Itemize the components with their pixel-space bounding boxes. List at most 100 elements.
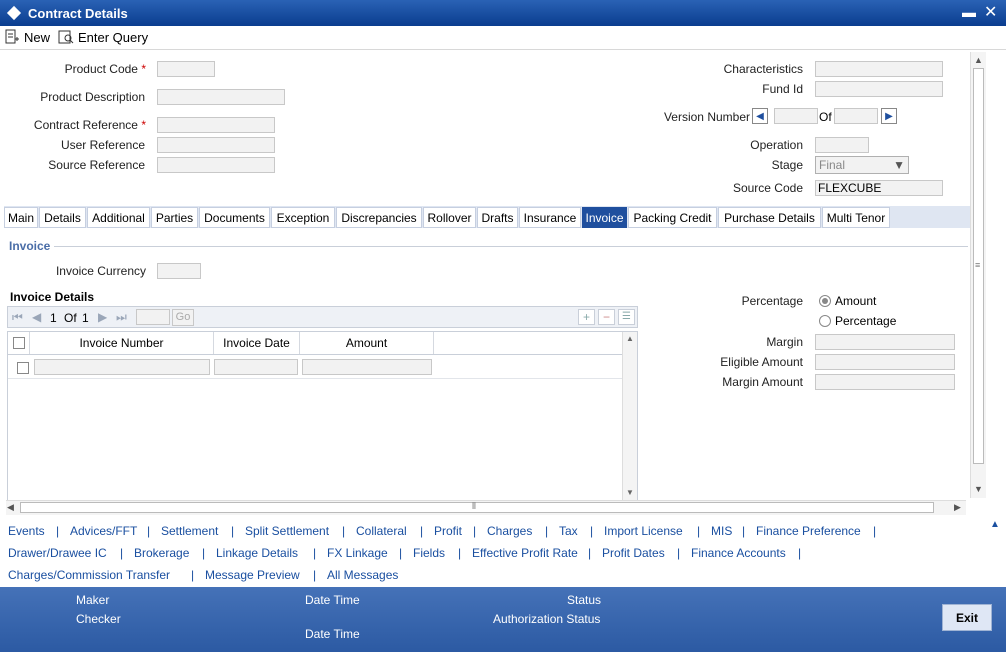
version-prev-button[interactable]: ◀: [752, 108, 768, 124]
triangle-right-icon: ▶: [885, 110, 893, 122]
tab-discrepancies[interactable]: Discrepancies: [336, 207, 422, 228]
link-finance-accounts[interactable]: Finance Accounts: [691, 546, 786, 560]
link-settlement[interactable]: Settlement: [161, 524, 218, 538]
product-description-input[interactable]: [157, 89, 285, 105]
tab-drafts[interactable]: Drafts: [477, 207, 518, 228]
invoice-number-input[interactable]: [34, 359, 210, 375]
tab-main[interactable]: Main: [4, 207, 38, 228]
select-all-checkbox[interactable]: [12, 337, 25, 349]
tab-details[interactable]: Details: [39, 207, 86, 228]
collapse-links-icon[interactable]: ▲: [990, 519, 1004, 531]
tab-documents[interactable]: Documents: [199, 207, 270, 228]
scroll-down-icon[interactable]: ▼: [974, 484, 983, 494]
minimize-icon[interactable]: ▬: [962, 4, 976, 20]
scroll-left-icon[interactable]: ◀: [7, 502, 14, 513]
eligible-amount-input[interactable]: [815, 354, 955, 370]
close-icon[interactable]: ✕: [984, 2, 997, 22]
margin-amount-input[interactable]: [815, 374, 955, 390]
link-profit-dates[interactable]: Profit Dates: [602, 546, 665, 560]
invoice-date-input[interactable]: [214, 359, 298, 375]
tab-multi-tenor[interactable]: Multi Tenor: [822, 207, 890, 228]
link-brokerage[interactable]: Brokerage: [134, 546, 189, 560]
stage-select[interactable]: Final ▼: [815, 156, 909, 174]
version-number-input[interactable]: [774, 108, 818, 124]
product-code-input[interactable]: [157, 61, 215, 77]
link-separator: |: [590, 524, 594, 538]
window-horizontal-scrollbar[interactable]: ◀ ⦀ ▶: [6, 500, 966, 515]
link-advices-fft[interactable]: Advices/FFT: [70, 524, 137, 538]
tab-packing-credit[interactable]: Packing Credit: [628, 207, 717, 228]
row-checkbox[interactable]: [17, 362, 29, 374]
characteristics-input[interactable]: [815, 61, 943, 77]
horizontal-scroll-thumb[interactable]: [20, 502, 934, 513]
link-finance-preference[interactable]: Finance Preference: [756, 524, 861, 538]
margin-input[interactable]: [815, 334, 955, 350]
source-code-label: Source Code: [732, 181, 803, 195]
link-fx-linkage[interactable]: FX Linkage: [327, 546, 388, 560]
col-invoice-number[interactable]: Invoice Number: [30, 332, 214, 354]
window-vertical-scrollbar[interactable]: ▲ ≡ ▼: [970, 52, 986, 498]
delete-row-icon[interactable]: −: [598, 309, 615, 325]
last-page-icon[interactable]: ⏭: [116, 310, 127, 325]
tab-additional[interactable]: Additional: [87, 207, 150, 228]
exit-button[interactable]: Exit: [942, 604, 992, 631]
link-drawer-drawee-ic[interactable]: Drawer/Drawee IC: [8, 546, 107, 560]
single-view-icon[interactable]: ☰: [618, 309, 635, 325]
fund-id-label: Fund Id: [762, 82, 803, 96]
amount-radio-label: Amount: [835, 294, 877, 308]
next-page-icon[interactable]: ▶: [98, 310, 107, 324]
grid-vertical-scrollbar[interactable]: ▲ ▼: [622, 332, 637, 500]
section-divider: [54, 246, 968, 247]
scroll-down-icon[interactable]: ▼: [626, 488, 634, 497]
link-separator: |: [473, 524, 477, 538]
link-message-preview[interactable]: Message Preview: [205, 568, 300, 582]
percentage-radio-label: Percentage: [835, 314, 897, 328]
link-charges-commission-transfer[interactable]: Charges/Commission Transfer: [8, 568, 170, 582]
source-reference-input[interactable]: [157, 157, 275, 173]
source-code-input[interactable]: FLEXCUBE: [815, 180, 943, 196]
tab-parties[interactable]: Parties: [151, 207, 198, 228]
first-page-icon[interactable]: ⏮: [12, 310, 23, 325]
link-split-settlement[interactable]: Split Settlement: [245, 524, 329, 538]
tab-insurance[interactable]: Insurance: [519, 207, 581, 228]
scroll-right-icon[interactable]: ▶: [954, 502, 961, 513]
new-button[interactable]: New: [4, 28, 50, 46]
amount-input[interactable]: [302, 359, 432, 375]
tab-strip: Main Details Additional Parties Document…: [4, 206, 970, 228]
version-total-input[interactable]: [834, 108, 878, 124]
link-events[interactable]: Events: [8, 524, 45, 538]
tab-purchase-details[interactable]: Purchase Details: [718, 207, 821, 228]
version-next-button[interactable]: ▶: [881, 108, 897, 124]
tab-invoice[interactable]: Invoice: [582, 207, 627, 228]
contract-reference-input[interactable]: [157, 117, 275, 133]
link-fields[interactable]: Fields: [413, 546, 445, 560]
link-tax[interactable]: Tax: [559, 524, 578, 538]
link-charges[interactable]: Charges: [487, 524, 532, 538]
pager-go-button[interactable]: Go: [172, 309, 194, 326]
user-reference-input[interactable]: [157, 137, 275, 153]
scroll-up-icon[interactable]: ▲: [974, 55, 983, 65]
col-amount[interactable]: Amount: [300, 332, 434, 354]
link-import-license[interactable]: Import License: [604, 524, 683, 538]
operation-input[interactable]: [815, 137, 869, 153]
link-effective-profit-rate[interactable]: Effective Profit Rate: [472, 546, 578, 560]
invoice-currency-input[interactable]: [157, 263, 201, 279]
add-row-icon[interactable]: +: [578, 309, 595, 325]
amount-radio[interactable]: [819, 295, 831, 307]
tab-rollover[interactable]: Rollover: [423, 207, 476, 228]
link-collateral[interactable]: Collateral: [356, 524, 407, 538]
tab-exception[interactable]: Exception: [271, 207, 335, 228]
link-all-messages[interactable]: All Messages: [327, 568, 398, 582]
link-separator: |: [873, 524, 877, 538]
scroll-up-icon[interactable]: ▲: [626, 334, 634, 343]
prev-page-icon[interactable]: ◀: [32, 310, 41, 324]
col-invoice-date[interactable]: Invoice Date: [214, 332, 300, 354]
link-linkage-details[interactable]: Linkage Details: [216, 546, 298, 560]
link-profit[interactable]: Profit: [434, 524, 462, 538]
percentage-radio[interactable]: [819, 315, 831, 327]
pager-page-input[interactable]: [136, 309, 170, 325]
link-mis[interactable]: MIS: [711, 524, 732, 538]
enter-query-button[interactable]: Enter Query: [58, 28, 148, 46]
fund-id-input[interactable]: [815, 81, 943, 97]
window-title: Contract Details: [28, 6, 128, 21]
